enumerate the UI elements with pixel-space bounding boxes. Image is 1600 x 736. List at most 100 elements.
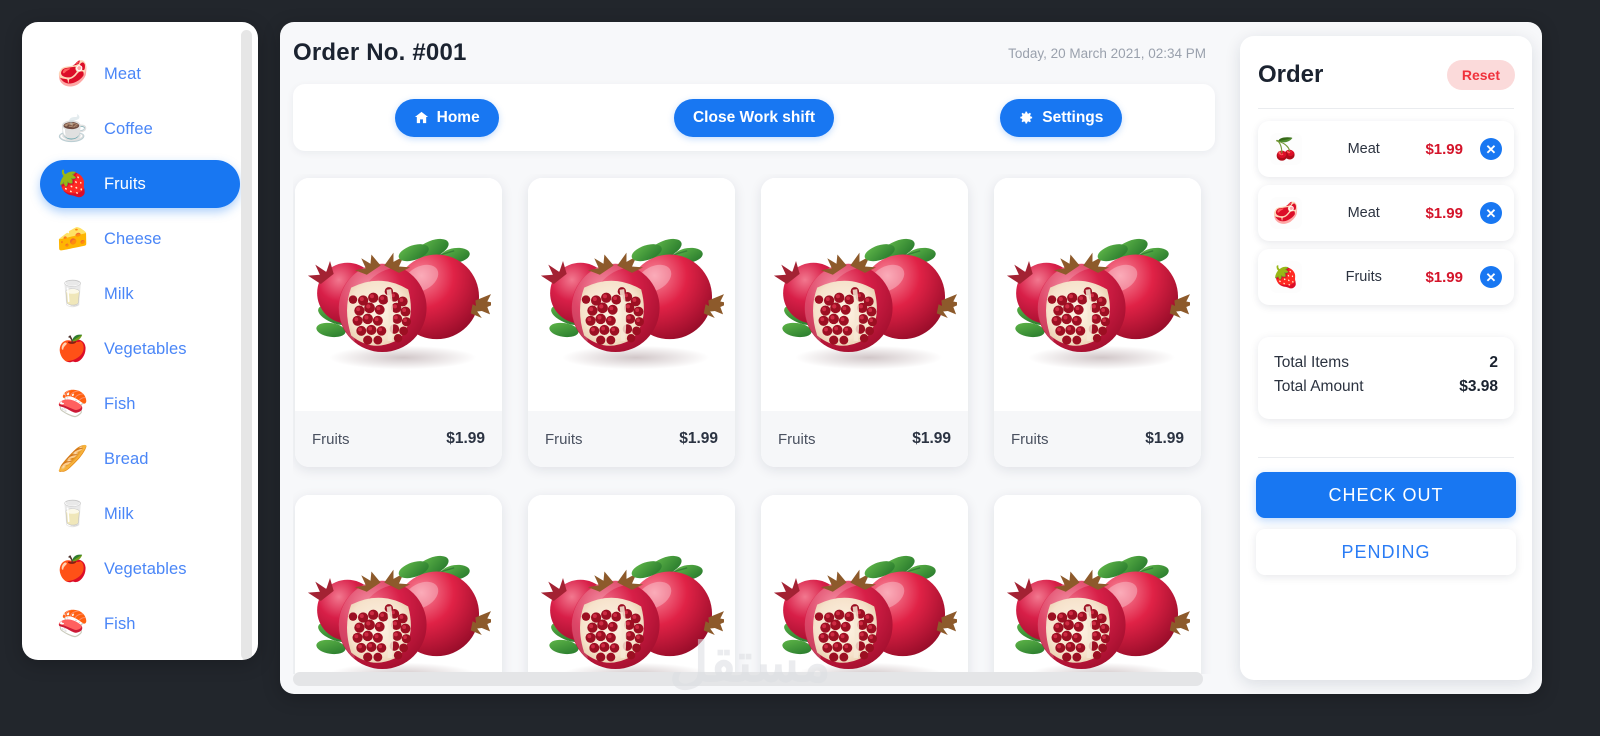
sidebar-item-milk[interactable]: 🥛 Milk <box>40 270 240 318</box>
product-card[interactable]: Fruits$1.99 <box>295 495 502 674</box>
sidebar-item-fruits[interactable]: 🍓 Fruits <box>40 160 240 208</box>
total-label: Total Amount <box>1274 378 1364 395</box>
order-item-price: $1.99 <box>1425 140 1463 158</box>
product-card[interactable]: Fruits$1.99 <box>761 178 968 467</box>
sidebar-item-label: Cheese <box>104 229 162 248</box>
order-summary-panel: Order Reset 🍒 Meat $1.99 ✕ 🥩 Meat $1.99 ✕ 🍓 Fruit… <box>1240 36 1532 680</box>
product-image <box>761 178 968 411</box>
coffee-icon: ☕ <box>57 114 89 143</box>
sidebar-item-fish[interactable]: 🍣 Fish <box>40 380 240 428</box>
meat-icon: 🥩 <box>1270 197 1302 229</box>
sidebar-item-milk[interactable]: 🥛 Milk <box>40 490 240 538</box>
action-button-label: Settings <box>1042 108 1104 126</box>
milk-icon: 🥛 <box>57 279 89 308</box>
product-name: Fruits <box>545 430 583 448</box>
product-card[interactable]: Fruits$1.99 <box>761 495 968 674</box>
product-card[interactable]: Fruits$1.99 <box>528 178 735 467</box>
order-item-price: $1.99 <box>1425 268 1463 286</box>
fruits-icon: 🍓 <box>57 169 89 198</box>
fish-icon: 🍣 <box>57 389 89 418</box>
milk-icon: 🥛 <box>57 499 89 528</box>
sidebar-item-label: Vegetables <box>104 559 187 578</box>
category-sidebar: 🥩 Meat ☕ Coffee 🍓 Fruits 🧀 Cheese 🥛 Milk 🍎 Vegetabl… <box>22 22 258 660</box>
product-image <box>994 178 1201 411</box>
order-datetime: Today, 20 March 2021, 02:34 PM <box>1008 45 1206 61</box>
product-footer: Fruits $1.99 <box>295 411 502 467</box>
total-value: 2 <box>1489 354 1498 371</box>
total-row: Total Amount $3.98 <box>1274 375 1498 399</box>
product-image <box>295 495 502 674</box>
order-panel-title: Order <box>1258 61 1324 88</box>
products-viewport[interactable]: Fruits $1.99 Fruits $1.99 Fruits $1.99 F… <box>293 174 1218 674</box>
sidebar-item-fish[interactable]: 🍣 Fish <box>40 600 240 648</box>
divider <box>1258 457 1514 458</box>
sidebar-item-label: Meat <box>104 64 142 83</box>
fruits-icon: 🍓 <box>1270 261 1302 293</box>
sidebar-item-label: Fish <box>104 394 136 413</box>
order-line-item: 🍓 Fruits $1.99 ✕ <box>1258 249 1514 305</box>
sidebar-item-vegetables[interactable]: 🍎 Vegetables <box>40 325 240 373</box>
settings-button[interactable]: Settings <box>1000 98 1123 137</box>
product-footer: Fruits $1.99 <box>761 411 968 467</box>
total-value: $3.98 <box>1459 378 1498 395</box>
close-work-shift-button[interactable]: Close Work shift <box>673 98 834 137</box>
remove-item-icon[interactable]: ✕ <box>1480 138 1502 160</box>
product-price: $1.99 <box>1145 430 1184 447</box>
home-button[interactable]: Home <box>394 98 499 137</box>
action-slot: Home <box>293 98 600 137</box>
sidebar-item-meat[interactable]: 🥩 Meat <box>40 50 240 98</box>
meat-icon: 🥩 <box>57 59 89 88</box>
product-card[interactable]: Fruits$1.99 <box>994 495 1201 674</box>
page-title: Order No. #001 <box>293 39 467 66</box>
product-image <box>761 495 968 674</box>
sidebar-item-label: Vegetables <box>104 339 187 358</box>
fish-icon: 🍣 <box>57 609 89 638</box>
order-header: Order No. #001 Today, 20 March 2021, 02:… <box>280 22 1220 84</box>
product-card[interactable]: Fruits$1.99 <box>528 495 735 674</box>
product-card[interactable]: Fruits$1.99 <box>295 178 502 467</box>
sidebar-item-bread[interactable]: 🥖Bread <box>40 435 240 483</box>
cheese-icon: 🧀 <box>57 224 89 253</box>
action-toolbar: Home Close Work shift Settings <box>293 84 1215 151</box>
sidebar-item-label: Fruits <box>104 174 146 193</box>
action-button-label: Close Work shift <box>692 108 815 126</box>
divider <box>1258 108 1514 109</box>
order-items-list: 🍒 Meat $1.99 ✕ 🥩 Meat $1.99 ✕ 🍓 Fruits $1.99 ✕ <box>1256 117 1516 305</box>
products-horizontal-scrollbar[interactable] <box>293 672 1203 686</box>
pos-application: 🥩 Meat ☕ Coffee 🍓 Fruits 🧀 Cheese 🥛 Milk 🍎 Vegetabl… <box>0 0 1600 736</box>
home-icon <box>414 110 429 125</box>
action-slot: Settings <box>908 98 1215 137</box>
checkout-button[interactable]: CHECK OUT <box>1256 472 1516 518</box>
remove-item-icon[interactable]: ✕ <box>1480 266 1502 288</box>
product-image <box>994 495 1201 674</box>
action-slot: Close Work shift <box>600 98 907 137</box>
order-item-name: Meat <box>1347 141 1380 157</box>
sidebar-scroll-area[interactable]: 🥩 Meat ☕ Coffee 🍓 Fruits 🧀 Cheese 🥛 Milk 🍎 Vegetabl… <box>22 22 258 660</box>
product-price: $1.99 <box>912 430 951 447</box>
order-item-name: Fruits <box>1345 269 1382 285</box>
sidebar-scrollbar-thumb[interactable] <box>241 30 252 660</box>
product-name: Fruits <box>312 430 350 448</box>
action-button-label: Home <box>436 108 480 126</box>
reset-button[interactable]: Reset <box>1446 60 1515 90</box>
order-line-item: 🍒 Meat $1.99 ✕ <box>1258 121 1514 177</box>
pending-button[interactable]: PENDING <box>1256 529 1516 575</box>
sidebar-item-bread[interactable]: 🥖Bread <box>40 655 240 660</box>
watermark-text: mostaql.com <box>620 692 880 694</box>
sidebar-item-label: Coffee <box>104 119 153 138</box>
sidebar-item-vegetables[interactable]: 🍎 Vegetables <box>40 545 240 593</box>
product-image <box>528 495 735 674</box>
product-card[interactable]: Fruits$1.99 <box>994 178 1201 467</box>
order-item-price: $1.99 <box>1425 204 1463 222</box>
product-image <box>528 178 735 411</box>
fruit-basket-icon: 🍒 <box>1270 133 1302 165</box>
remove-item-icon[interactable]: ✕ <box>1480 202 1502 224</box>
sidebar-item-label: Milk <box>104 284 134 303</box>
sidebar-item-coffee[interactable]: ☕ Coffee <box>40 105 240 153</box>
vegetables-icon: 🍎 <box>57 554 89 583</box>
order-totals: Total Items 2 Total Amount $3.98 <box>1258 337 1514 419</box>
order-line-item: 🥩 Meat $1.99 ✕ <box>1258 185 1514 241</box>
sidebar-item-cheese[interactable]: 🧀 Cheese <box>40 215 240 263</box>
bread-icon: 🥖 <box>57 444 89 473</box>
sidebar-scrollbar[interactable] <box>241 26 255 660</box>
